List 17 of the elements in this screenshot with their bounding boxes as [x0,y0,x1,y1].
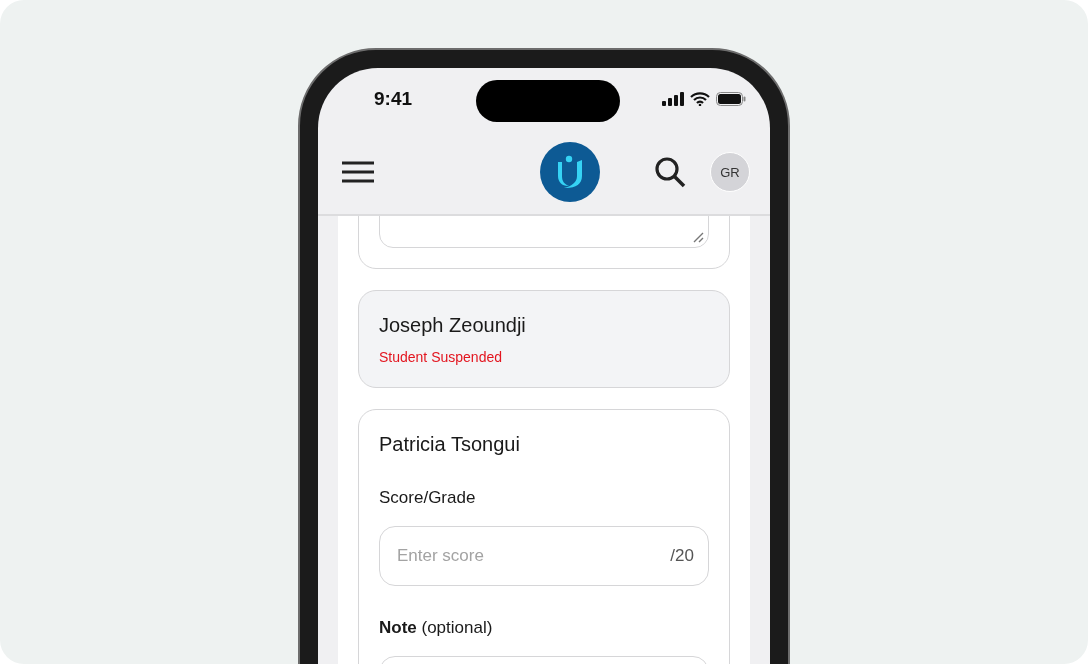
signal-icon [662,92,684,106]
search-icon[interactable] [654,156,686,188]
note-label: Note (optional) [379,618,494,638]
user-avatar[interactable]: GR [710,152,750,192]
resize-grip-icon[interactable] [692,231,704,243]
score-input[interactable]: Enter score [395,545,671,567]
menu-icon[interactable] [342,161,374,183]
suspended-status: Student Suspended [379,349,503,365]
student-name: Joseph Zeoundji [379,314,527,337]
wifi-icon [690,92,710,106]
score-label: Score/Grade [379,488,477,508]
logo-icon[interactable] [540,142,600,202]
score-field[interactable]: Enter score /20 [379,526,709,586]
battery-icon [716,92,746,106]
status-time: 9:41 [374,88,414,110]
score-max: /20 [670,546,694,566]
student-name: Patricia Tsongui [379,433,521,456]
